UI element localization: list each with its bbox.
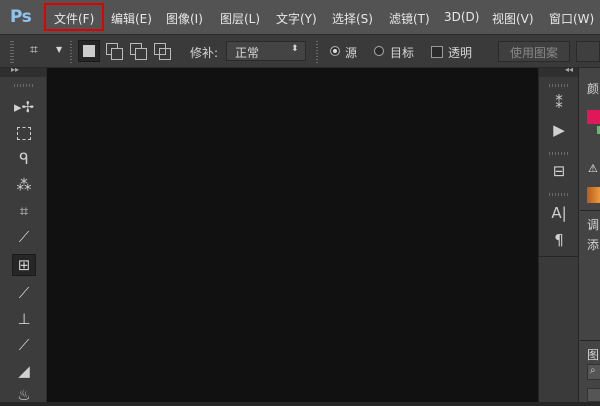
source-label: 源 [345, 46, 358, 60]
tools-grip[interactable] [14, 84, 34, 87]
history-icon[interactable]: ⁑ [547, 93, 571, 113]
marquee-icon[interactable] [12, 122, 36, 144]
menu-window[interactable]: 窗口(W) [549, 10, 594, 27]
dock-grip[interactable] [549, 193, 569, 196]
menu-edit[interactable]: 编辑(E) [111, 10, 152, 27]
target-label: 目标 [390, 46, 415, 60]
menu-view[interactable]: 视图(V) [492, 10, 534, 27]
new-selection-button[interactable] [78, 40, 100, 62]
collapse-icon[interactable]: ◂◂ [565, 65, 573, 74]
menu-3d[interactable]: 3D(D) [444, 10, 479, 24]
tools-panel-header[interactable]: ▸▸ [0, 65, 46, 77]
stamp-icon[interactable]: ⊥ [12, 308, 36, 330]
move-icon[interactable]: ▸✢ [12, 96, 36, 118]
lasso-icon[interactable]: ᑫ [12, 148, 36, 170]
color-ramp[interactable] [587, 187, 600, 203]
dock-header[interactable]: ◂◂ [539, 65, 578, 77]
panel-dock: ◂◂ ⁑ ▶ ⊟ A| ¶ [538, 65, 578, 402]
options-grip[interactable] [10, 41, 14, 63]
paint-bucket-icon[interactable]: ♨ [12, 384, 36, 406]
dock-divider [539, 256, 578, 257]
eyedropper-icon[interactable]: ⟋ [12, 226, 36, 248]
panels-column: 颜 ⚠ 调 添 图 ⌕ [578, 68, 600, 402]
menu-type[interactable]: 文字(Y) [276, 10, 317, 27]
layers-blend-select[interactable] [587, 388, 600, 402]
color-panel-tab[interactable]: 颜 [587, 80, 599, 97]
adjustments-add-text: 添 [587, 238, 600, 252]
foreground-color-swatch[interactable] [587, 110, 600, 124]
history-brush-icon[interactable]: ⟋ [12, 334, 36, 356]
magic-wand-icon[interactable]: ⁂ [12, 174, 36, 196]
options-bar: ⌗ ▼ 修补: 正常 ⬍ 源 目标 透明 使用图案 [0, 34, 600, 68]
menu-layer[interactable]: 图层(L) [220, 10, 260, 27]
menu-image[interactable]: 图像(I) [166, 10, 203, 27]
character-icon[interactable]: A| [547, 203, 571, 223]
transparent-label: 透明 [448, 46, 473, 60]
source-radio[interactable] [330, 46, 340, 56]
patch-preset-icon[interactable]: ⌗ [30, 42, 38, 58]
select-arrows-icon: ⬍ [291, 44, 299, 54]
paragraph-icon[interactable]: ¶ [547, 230, 571, 250]
dock-grip[interactable] [549, 84, 569, 87]
eraser-icon[interactable]: ◢ [12, 360, 36, 382]
actions-play-icon[interactable]: ▶ [547, 120, 571, 140]
dock-grip[interactable] [549, 152, 569, 155]
photoshop-logo: Ps [10, 7, 32, 27]
patch-mode-select[interactable]: 正常 ⬍ [226, 41, 306, 61]
document-canvas[interactable] [47, 68, 538, 402]
menu-bar: Ps 文件(F) 编辑(E) 图像(I) 图层(L) 文字(Y) 选择(S) 滤… [0, 0, 600, 34]
panel-divider [580, 210, 600, 211]
layers-panel-tab[interactable]: 图 [587, 346, 599, 363]
brush-icon[interactable]: ⟋ [12, 282, 36, 304]
subtract-selection-button[interactable] [128, 40, 150, 62]
layers-search-field[interactable]: ⌕ [587, 364, 600, 380]
tools-panel: ▸▸ ▸✢ ᑫ ⁂ ⌗ ⟋ ⊞ ⟋ ⊥ ⟋ ◢ ♨ [0, 65, 47, 404]
search-icon: ⌕ [590, 365, 596, 376]
adjustments-panel-tab[interactable]: 调 [587, 216, 599, 233]
menu-file[interactable]: 文件(F) [54, 10, 94, 27]
properties-icon[interactable]: ⊟ [547, 161, 571, 181]
target-radio[interactable] [374, 46, 384, 56]
panel-divider [580, 340, 600, 341]
intersect-selection-button[interactable] [152, 40, 174, 62]
transparent-checkbox[interactable] [431, 46, 443, 58]
options-separator [70, 41, 72, 63]
warning-icon: ⚠ [588, 162, 598, 175]
patch-label: 修补: [190, 46, 219, 60]
menu-filter[interactable]: 滤镜(T) [389, 10, 430, 27]
patch-icon[interactable]: ⊞ [12, 254, 36, 276]
use-pattern-label: 使用图案 [510, 46, 559, 60]
pattern-picker[interactable] [576, 41, 600, 62]
patch-mode-value: 正常 [235, 46, 260, 60]
options-separator [316, 41, 318, 63]
preset-dropdown-icon[interactable]: ▼ [56, 45, 62, 54]
crop-icon[interactable]: ⌗ [12, 200, 36, 222]
add-selection-button[interactable] [104, 40, 126, 62]
new-selection-icon [83, 45, 95, 57]
use-pattern-button[interactable]: 使用图案 [498, 41, 570, 62]
menu-select[interactable]: 选择(S) [332, 10, 373, 27]
expand-icon[interactable]: ▸▸ [11, 65, 19, 74]
